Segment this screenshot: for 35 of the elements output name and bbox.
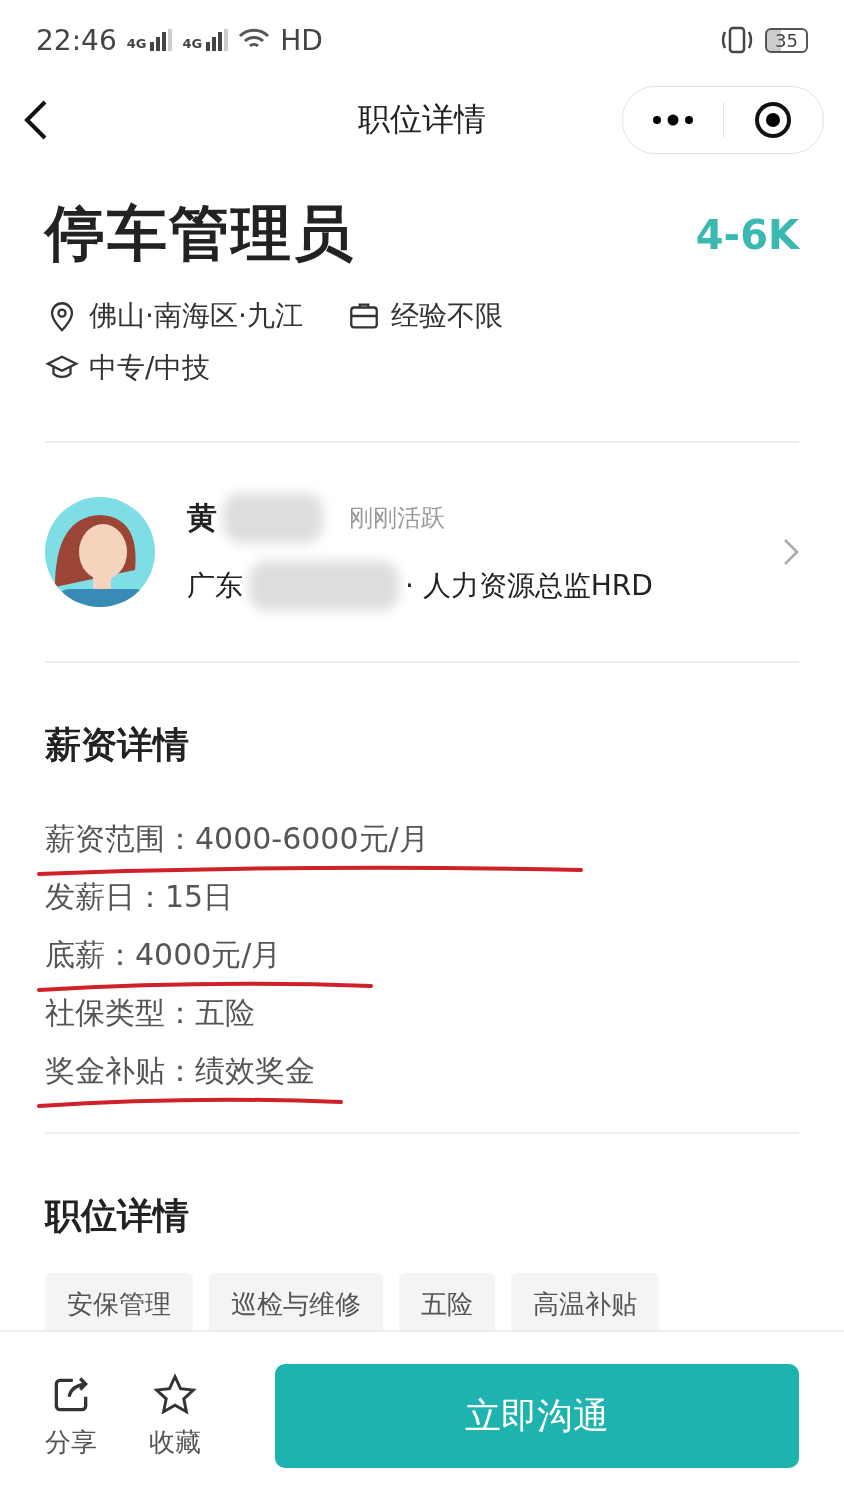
favorite-button[interactable]: 收藏 [149, 1372, 201, 1460]
status-time: 22:46 [36, 23, 117, 57]
battery-level: 35 [765, 27, 808, 53]
network-label: 4G [182, 36, 203, 51]
active-status: 刚刚活跃 [349, 503, 445, 534]
signal-icon [150, 29, 173, 51]
job-tag: 五险 [399, 1273, 495, 1330]
more-icon[interactable] [651, 114, 694, 126]
experience-text: 经验不限 [390, 298, 503, 334]
star-icon [151, 1372, 199, 1417]
close-icon[interactable] [753, 100, 794, 140]
location-text: 佛山·南海区·九江 [89, 298, 303, 334]
company-name: 广东 [187, 568, 243, 604]
salary-range: 4-6K [695, 211, 799, 258]
salary-detail: 奖金补贴：绩效奖金 [45, 1051, 315, 1090]
chevron-right-icon [783, 538, 799, 566]
salary-detail: 底薪：4000元/月 [45, 935, 282, 974]
salary-detail: 薪资范围：4000-6000元/月 [45, 819, 429, 858]
share-button[interactable]: 分享 [45, 1372, 97, 1460]
recruiter-card[interactable]: 黄 刚刚活跃 广东 · 人力资源总监HRD [45, 443, 799, 661]
network-label: 4G [126, 36, 147, 51]
hd-label: HD [280, 23, 323, 57]
page-title: 职位详情 [358, 99, 486, 140]
job-title: 停车管理员 [45, 197, 355, 270]
job-tag: 安保管理 [45, 1273, 193, 1330]
recruiter-name: 黄 [187, 498, 217, 537]
section-heading: 职位详情 [45, 1194, 190, 1238]
salary-detail: 发薪日：15日 [45, 877, 234, 916]
section-heading: 薪资详情 [45, 723, 190, 767]
job-tag: 巡检与维修 [209, 1273, 383, 1330]
education-text: 中专/中技 [89, 350, 211, 386]
signal-icon [206, 29, 229, 51]
salary-detail: 社保类型：五险 [45, 993, 255, 1032]
job-tag: 高温补贴 [511, 1273, 659, 1330]
recruiter-role: · 人力资源总监HRD [405, 568, 653, 604]
